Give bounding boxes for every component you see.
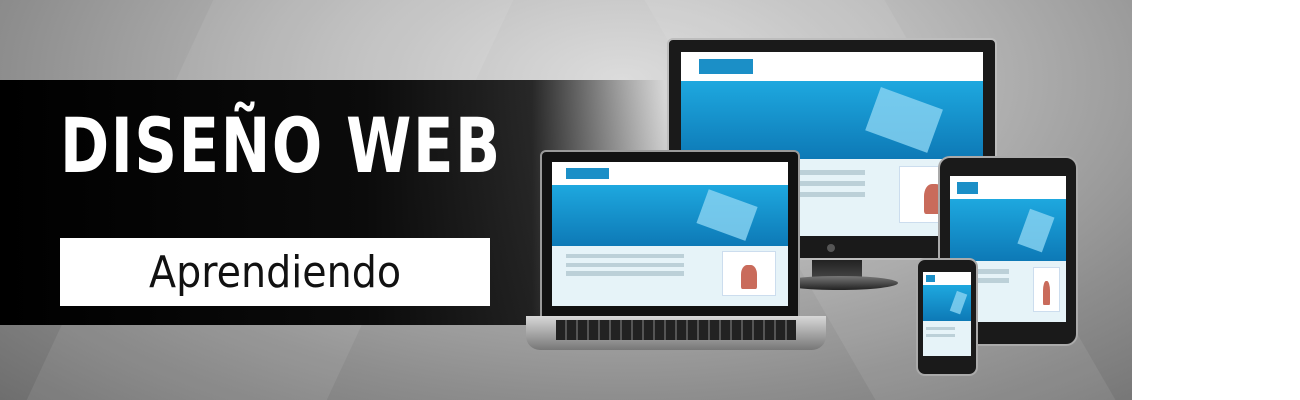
power-button xyxy=(827,244,835,252)
phone-screen xyxy=(923,272,971,356)
banner-title: DISEÑO WEB xyxy=(60,101,502,190)
laptop-illustration xyxy=(540,150,800,318)
laptop-keyboard xyxy=(526,316,826,350)
laptop-screen xyxy=(552,162,788,306)
subtitle-box: Aprendiendo xyxy=(60,238,490,306)
banner: DISEÑO WEB Aprendiendo xyxy=(0,0,1132,400)
banner-subtitle: Aprendiendo xyxy=(148,246,402,298)
phone-illustration xyxy=(916,258,978,376)
